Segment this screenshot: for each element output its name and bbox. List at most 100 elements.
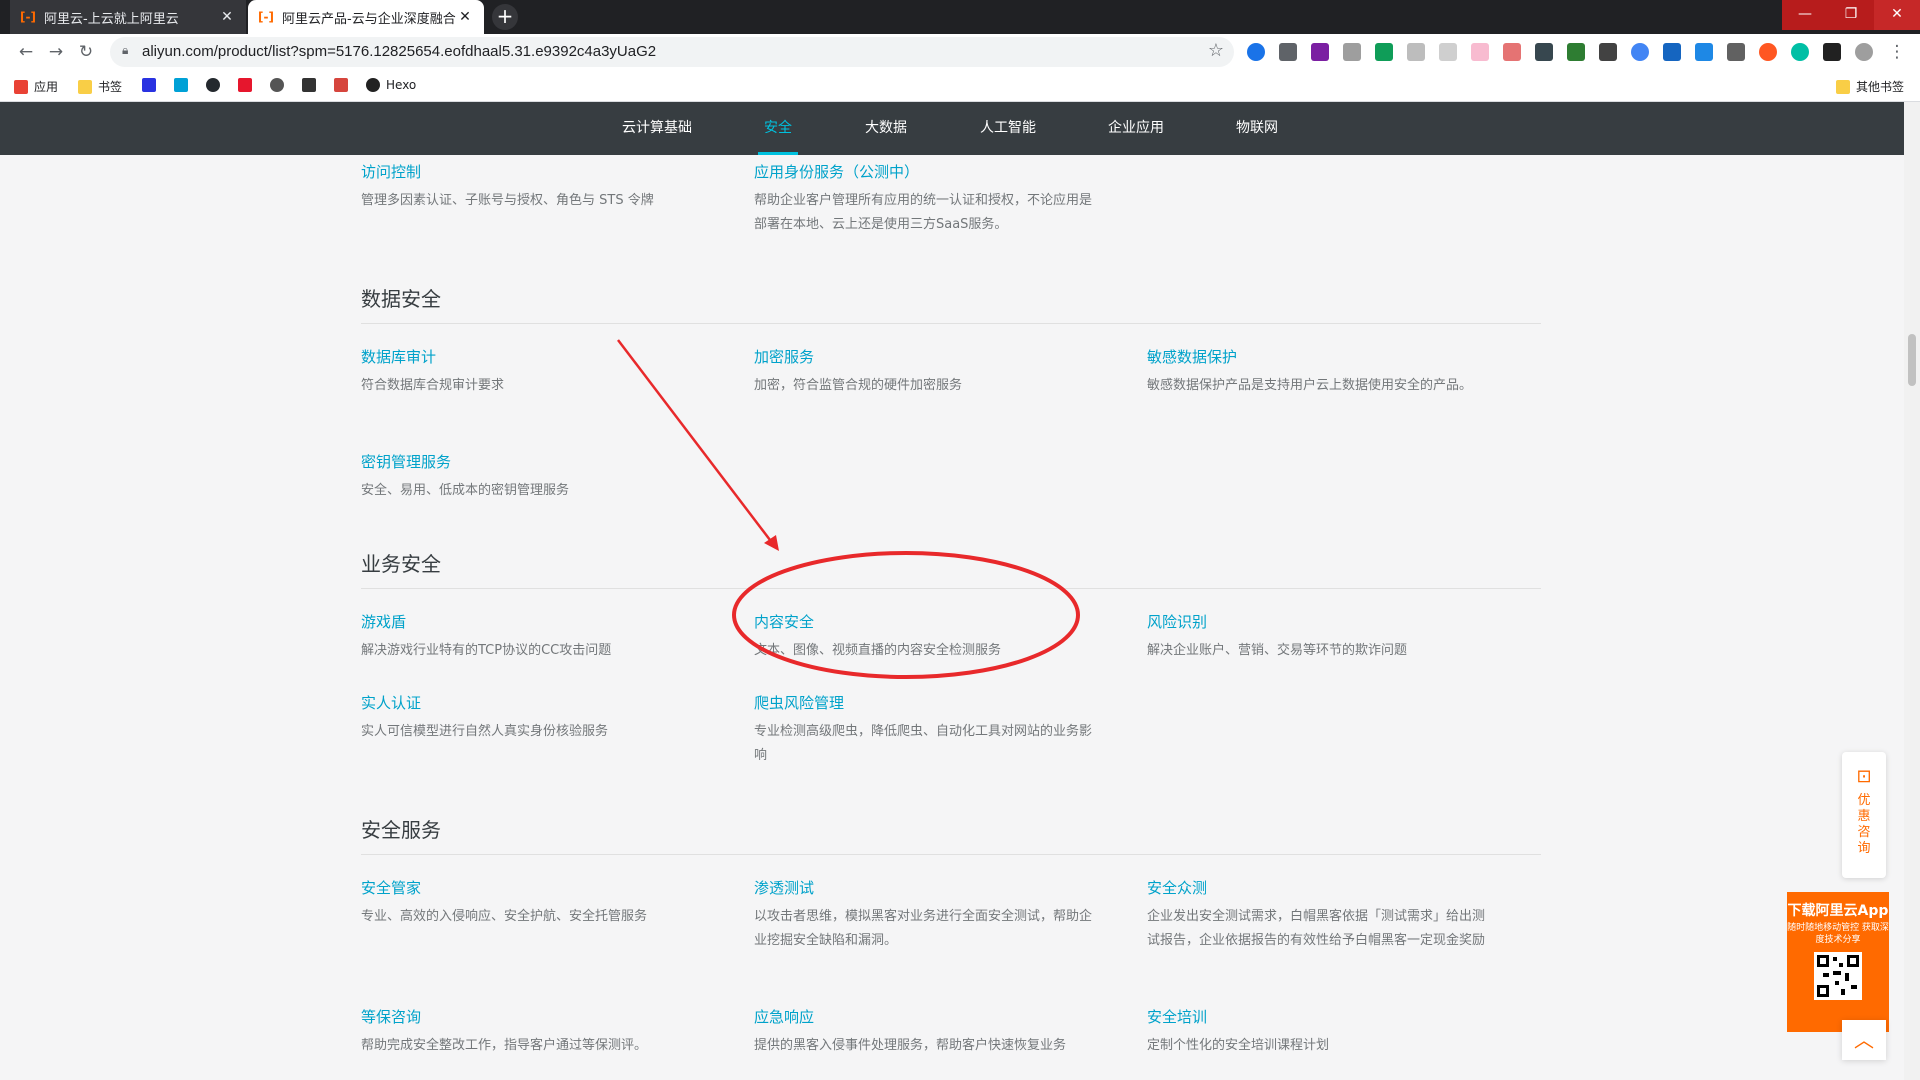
apps-grid-icon: [14, 79, 28, 94]
new-tab-button[interactable]: +: [492, 4, 518, 30]
restore-button[interactable]: ❐: [1828, 0, 1874, 30]
bookmark-red[interactable]: [334, 78, 354, 92]
bookmark-mask-icon: [302, 78, 316, 92]
window-close-button[interactable]: ✕: [1874, 0, 1920, 30]
product-link-crawler-risk[interactable]: 爬虫风险管理: [754, 692, 844, 713]
section-divider: [361, 854, 1541, 855]
product-desc: 提供的黑客入侵事件处理服务，帮助客户快速恢复业务: [754, 1038, 1067, 1053]
baidu-paw-icon: [142, 78, 156, 92]
product-link-risk-identification[interactable]: 风险识别: [1147, 611, 1207, 632]
bookmark-bilibili[interactable]: [174, 78, 194, 92]
bookmark-site[interactable]: [270, 78, 290, 92]
product-link-content-security[interactable]: 内容安全: [754, 611, 814, 632]
product-desc: 敏感数据保护产品是支持用户云上数据使用安全的产品。: [1147, 378, 1473, 393]
bookmarks-bar: 应用 书签 Hexo 其他书签: [0, 70, 1920, 102]
weibo-icon: [238, 78, 252, 92]
extension-sheet-icon[interactable]: [1567, 43, 1585, 61]
page-scrollbar[interactable]: [1904, 102, 1920, 1080]
bookmark-github[interactable]: [206, 78, 226, 92]
extension-badge-icon[interactable]: [1503, 43, 1521, 61]
product-link-real-person-auth[interactable]: 实人认证: [361, 692, 421, 713]
product-link-sensitive-data[interactable]: 敏感数据保护: [1147, 346, 1237, 367]
product-category-nav: 云计算基础 安全 大数据 人工智能 企业应用 物联网: [0, 102, 1904, 155]
other-bookmarks[interactable]: 其他书签: [1836, 78, 1904, 95]
bookmark-star-icon[interactable]: ☆: [1208, 40, 1224, 61]
scrollbar-thumb[interactable]: [1908, 334, 1916, 386]
folder-icon: [78, 79, 92, 94]
product-link-compliance-consult[interactable]: 等保咨询: [361, 1006, 421, 1027]
extension-purple-icon[interactable]: [1311, 43, 1329, 61]
browser-menu-icon[interactable]: ⋮: [1885, 40, 1909, 64]
bookmark-weibo[interactable]: [238, 78, 258, 92]
nav-security[interactable]: 安全: [758, 102, 798, 155]
bookmark-hexo[interactable]: Hexo: [366, 78, 416, 92]
extension-grey-icon[interactable]: [1343, 43, 1361, 61]
browser-tab-aliyun-products[interactable]: [-] 阿里云产品-云与企业深度融合, ✕: [248, 0, 484, 34]
url-text: aliyun.com/product/list?spm=5176.1282565…: [142, 43, 657, 60]
section-title-data-security: 数据安全: [361, 287, 441, 311]
bookmark-baidu[interactable]: [142, 78, 162, 92]
product-link-kms[interactable]: 密钥管理服务: [361, 451, 451, 472]
tab-close-icon[interactable]: ✕: [456, 9, 474, 25]
product-desc: 符合数据库合规审计要求: [361, 378, 505, 393]
extension-link-icon[interactable]: [1727, 43, 1745, 61]
extension-screen-icon[interactable]: [1599, 43, 1617, 61]
product-link-security-butler[interactable]: 安全管家: [361, 877, 421, 898]
hexo-icon: [366, 78, 380, 92]
extension-download-icon[interactable]: [1439, 43, 1457, 61]
extension-orange-icon[interactable]: [1759, 43, 1777, 61]
bookmark-apps[interactable]: 应用: [14, 78, 58, 95]
product-link-incident-response[interactable]: 应急响应: [754, 1006, 814, 1027]
product-list-content: 访问控制 管理多因素认证、子账号与授权、角色与 STS 令牌 应用身份服务（公测…: [0, 155, 1904, 1080]
address-bar[interactable]: 🔒︎ aliyun.com/product/list?spm=5176.1282…: [110, 37, 1234, 67]
reload-icon[interactable]: ↻: [74, 40, 98, 64]
extension-doc-icon[interactable]: [1407, 43, 1425, 61]
product-link-crowd-test[interactable]: 安全众测: [1147, 877, 1207, 898]
forward-arrow-icon[interactable]: →: [44, 40, 68, 64]
extension-green-icon[interactable]: [1375, 43, 1393, 61]
extension-new-icon[interactable]: [1695, 43, 1713, 61]
product-link-security-training[interactable]: 安全培训: [1147, 1006, 1207, 1027]
section-divider: [361, 588, 1541, 589]
nav-big-data[interactable]: 大数据: [865, 102, 907, 155]
bookmark-label: Hexo: [386, 78, 417, 92]
tab-title: 阿里云产品-云与企业深度融合,: [282, 11, 456, 27]
bookmark-site-icon: [270, 78, 284, 92]
download-app-banner[interactable]: 下载阿里云App 随时随地移动管控 获取深度技术分享: [1787, 892, 1889, 1032]
product-link-pentest[interactable]: 渗透测试: [754, 877, 814, 898]
extension-m-icon[interactable]: [1791, 43, 1809, 61]
product-desc: 帮助企业客户管理所有应用的统一认证和授权，不论应用是部署在本地、云上还是使用三方…: [754, 193, 1093, 232]
product-desc: 实人可信模型进行自然人真实身份核验服务: [361, 724, 609, 739]
discount-consult-widget[interactable]: ⊡ 优惠咨询: [1842, 752, 1886, 878]
product-desc: 加密，符合监管合规的硬件加密服务: [754, 378, 963, 393]
extension-pink-icon[interactable]: [1471, 43, 1489, 61]
back-arrow-icon[interactable]: ←: [14, 40, 38, 64]
product-link-game-shield[interactable]: 游戏盾: [361, 611, 406, 632]
product-link-access-control[interactable]: 访问控制: [361, 161, 421, 182]
extension-chrome-icon[interactable]: [1631, 43, 1649, 61]
profile-avatar-icon[interactable]: [1855, 43, 1873, 61]
browser-tab-aliyun-home[interactable]: [-] 阿里云-上云就上阿里云 ✕: [10, 0, 246, 34]
bookmark-folder[interactable]: 书签: [78, 78, 122, 95]
nav-cloud-computing[interactable]: 云计算基础: [622, 102, 692, 155]
nav-enterprise-apps[interactable]: 企业应用: [1108, 102, 1164, 155]
extension-v-icon[interactable]: [1663, 43, 1681, 61]
product-desc: 帮助完成安全整改工作，指导客户通过等保测评。: [361, 1038, 648, 1053]
minimize-button[interactable]: —: [1782, 0, 1828, 30]
wifi-extension-icon[interactable]: [1247, 43, 1265, 61]
tab-close-icon[interactable]: ✕: [218, 9, 236, 25]
folder-icon: [1836, 79, 1850, 94]
product-link-encryption[interactable]: 加密服务: [754, 346, 814, 367]
bookmark-mask[interactable]: [302, 78, 322, 92]
nav-iot[interactable]: 物联网: [1236, 102, 1278, 155]
extension-dark-icon[interactable]: [1535, 43, 1553, 61]
aliyun-favicon-icon: [-]: [20, 10, 36, 24]
product-desc: 专业、高效的入侵响应、安全护航、安全托管服务: [361, 909, 648, 924]
nav-ai[interactable]: 人工智能: [980, 102, 1036, 155]
product-link-app-identity[interactable]: 应用身份服务（公测中）: [754, 161, 919, 182]
product-desc: 专业检测高级爬虫，降低爬虫、自动化工具对网站的业务影响: [754, 724, 1093, 763]
extensions-puzzle-icon[interactable]: [1823, 43, 1841, 61]
product-link-db-audit[interactable]: 数据库审计: [361, 346, 436, 367]
vue-extension-icon[interactable]: [1279, 43, 1297, 61]
back-to-top-button[interactable]: ︿: [1842, 1020, 1886, 1060]
